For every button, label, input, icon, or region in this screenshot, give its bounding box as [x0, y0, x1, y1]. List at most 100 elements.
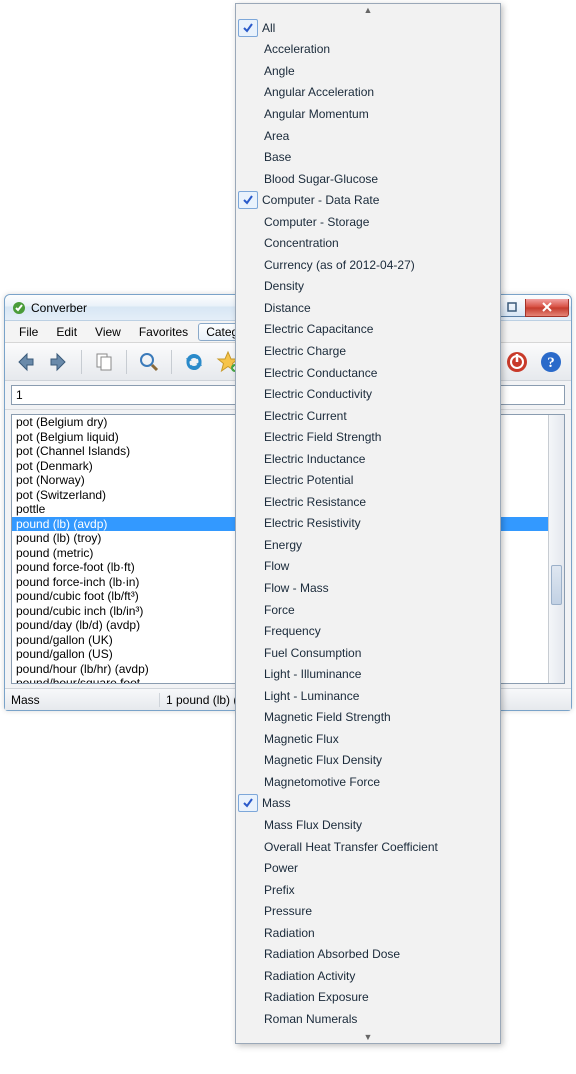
- category-menu-item[interactable]: Electric Current: [236, 405, 500, 427]
- category-menu-label: Overall Heat Transfer Coefficient: [264, 840, 492, 854]
- app-icon: [11, 300, 27, 316]
- category-menu-item[interactable]: Electric Resistance: [236, 491, 500, 513]
- category-menu-label: Force: [264, 603, 492, 617]
- menu-favorites[interactable]: Favorites: [131, 323, 196, 341]
- scroll-down-arrow[interactable]: ▼: [236, 1031, 500, 1043]
- category-menu-label: Base: [264, 150, 492, 164]
- category-menu-label: Mass Flux Density: [264, 818, 492, 832]
- category-menu-label: Electric Potential: [264, 473, 492, 487]
- category-menu-label: Computer - Data Rate: [262, 193, 492, 207]
- category-menu-item[interactable]: Mass Flux Density: [236, 814, 500, 836]
- category-menu-item[interactable]: Magnetomotive Force: [236, 771, 500, 793]
- scrollbar[interactable]: [548, 415, 564, 683]
- back-button[interactable]: [11, 348, 39, 376]
- category-menu-item[interactable]: Radiation Absorbed Dose: [236, 944, 500, 966]
- category-menu-item[interactable]: Electric Capacitance: [236, 319, 500, 341]
- menu-file[interactable]: File: [11, 323, 46, 341]
- search-button[interactable]: [135, 348, 163, 376]
- category-menu-item[interactable]: Radiation: [236, 922, 500, 944]
- close-button[interactable]: [525, 299, 569, 317]
- category-menu-item[interactable]: Angle: [236, 60, 500, 82]
- category-menu-item[interactable]: Electric Inductance: [236, 448, 500, 470]
- category-menu-label: Electric Current: [264, 409, 492, 423]
- category-menu-label: Radiation Absorbed Dose: [264, 947, 492, 961]
- category-menu-item[interactable]: Mass: [236, 793, 500, 815]
- category-menu-item[interactable]: Light - Illuminance: [236, 663, 500, 685]
- category-menu-item[interactable]: Energy: [236, 534, 500, 556]
- category-menu-label: Computer - Storage: [264, 215, 492, 229]
- category-menu-item[interactable]: Electric Charge: [236, 340, 500, 362]
- copy-button[interactable]: [90, 348, 118, 376]
- category-menu-item[interactable]: Angular Acceleration: [236, 82, 500, 104]
- category-menu-item[interactable]: Electric Field Strength: [236, 426, 500, 448]
- category-menu-item[interactable]: Blood Sugar-Glucose: [236, 168, 500, 190]
- check-icon: [238, 19, 258, 37]
- category-menu-label: Electric Capacitance: [264, 322, 492, 336]
- power-button[interactable]: [503, 348, 531, 376]
- category-menu-label: Frequency: [264, 624, 492, 638]
- category-menu-label: Electric Resistance: [264, 495, 492, 509]
- category-menu-item[interactable]: Pressure: [236, 900, 500, 922]
- maximize-button[interactable]: [498, 299, 526, 317]
- menu-view[interactable]: View: [87, 323, 129, 341]
- category-menu-label: Radiation Exposure: [264, 990, 492, 1004]
- help-button[interactable]: ?: [537, 348, 565, 376]
- menu-edit[interactable]: Edit: [48, 323, 85, 341]
- category-menu-label: Magnetic Field Strength: [264, 710, 492, 724]
- category-menu-item[interactable]: Computer - Data Rate: [236, 189, 500, 211]
- scrollbar-thumb[interactable]: [551, 565, 562, 605]
- category-menu-item[interactable]: Flow: [236, 556, 500, 578]
- category-menu-item[interactable]: Concentration: [236, 232, 500, 254]
- category-menu-label: Density: [264, 279, 492, 293]
- category-menu-item[interactable]: Currency (as of 2012-04-27): [236, 254, 500, 276]
- category-menu-item[interactable]: Power: [236, 857, 500, 879]
- scroll-up-arrow[interactable]: ▲: [236, 4, 500, 16]
- category-menu-label: All: [262, 21, 492, 35]
- category-menu-label: Pressure: [264, 904, 492, 918]
- category-menu-label: Radiation: [264, 926, 492, 940]
- category-menu-item[interactable]: Electric Conductance: [236, 362, 500, 384]
- category-menu-item[interactable]: Magnetic Field Strength: [236, 707, 500, 729]
- category-menu-item[interactable]: Overall Heat Transfer Coefficient: [236, 836, 500, 858]
- forward-button[interactable]: [45, 348, 73, 376]
- category-menu-item[interactable]: Area: [236, 125, 500, 147]
- category-menu-label: Magnetic Flux: [264, 732, 492, 746]
- category-menu-item[interactable]: Force: [236, 599, 500, 621]
- category-menu-item[interactable]: Electric Conductivity: [236, 383, 500, 405]
- status-category: Mass: [11, 693, 159, 707]
- category-menu-label: Fuel Consumption: [264, 646, 492, 660]
- category-menu-item[interactable]: Density: [236, 276, 500, 298]
- category-menu-item[interactable]: Fuel Consumption: [236, 642, 500, 664]
- category-menu-item[interactable]: Distance: [236, 297, 500, 319]
- category-menu-label: Flow: [264, 559, 492, 573]
- category-menu-item[interactable]: Electric Potential: [236, 469, 500, 491]
- category-menu-item[interactable]: Radiation Activity: [236, 965, 500, 987]
- category-menu-item[interactable]: Flow - Mass: [236, 577, 500, 599]
- category-menu-item[interactable]: All: [236, 17, 500, 39]
- category-menu-item[interactable]: Prefix: [236, 879, 500, 901]
- category-menu-item[interactable]: Magnetic Flux Density: [236, 750, 500, 772]
- category-menu-item[interactable]: Acceleration: [236, 39, 500, 61]
- category-menu-item[interactable]: Magnetic Flux: [236, 728, 500, 750]
- category-menu-item[interactable]: Computer - Storage: [236, 211, 500, 233]
- category-menu-label: Angular Acceleration: [264, 85, 492, 99]
- category-menu-label: Angle: [264, 64, 492, 78]
- category-menu-label: Area: [264, 129, 492, 143]
- category-menu-item[interactable]: Base: [236, 146, 500, 168]
- category-menu-label: Blood Sugar-Glucose: [264, 172, 492, 186]
- category-menu-item[interactable]: Angular Momentum: [236, 103, 500, 125]
- category-menu-item[interactable]: Electric Resistivity: [236, 513, 500, 535]
- refresh-button[interactable]: [180, 348, 208, 376]
- category-menu-item[interactable]: Radiation Exposure: [236, 987, 500, 1009]
- category-menu-item[interactable]: Frequency: [236, 620, 500, 642]
- category-menu-label: Electric Field Strength: [264, 430, 492, 444]
- category-menu-item[interactable]: Roman Numerals: [236, 1008, 500, 1030]
- category-menu-label: Concentration: [264, 236, 492, 250]
- category-menu-label: Acceleration: [264, 42, 492, 56]
- category-menu-label: Electric Conductance: [264, 366, 492, 380]
- category-menu-label: Electric Resistivity: [264, 516, 492, 530]
- category-menu-label: Prefix: [264, 883, 492, 897]
- toolbar-separator: [81, 350, 82, 374]
- category-menu-item[interactable]: Light - Luminance: [236, 685, 500, 707]
- toolbar-separator: [126, 350, 127, 374]
